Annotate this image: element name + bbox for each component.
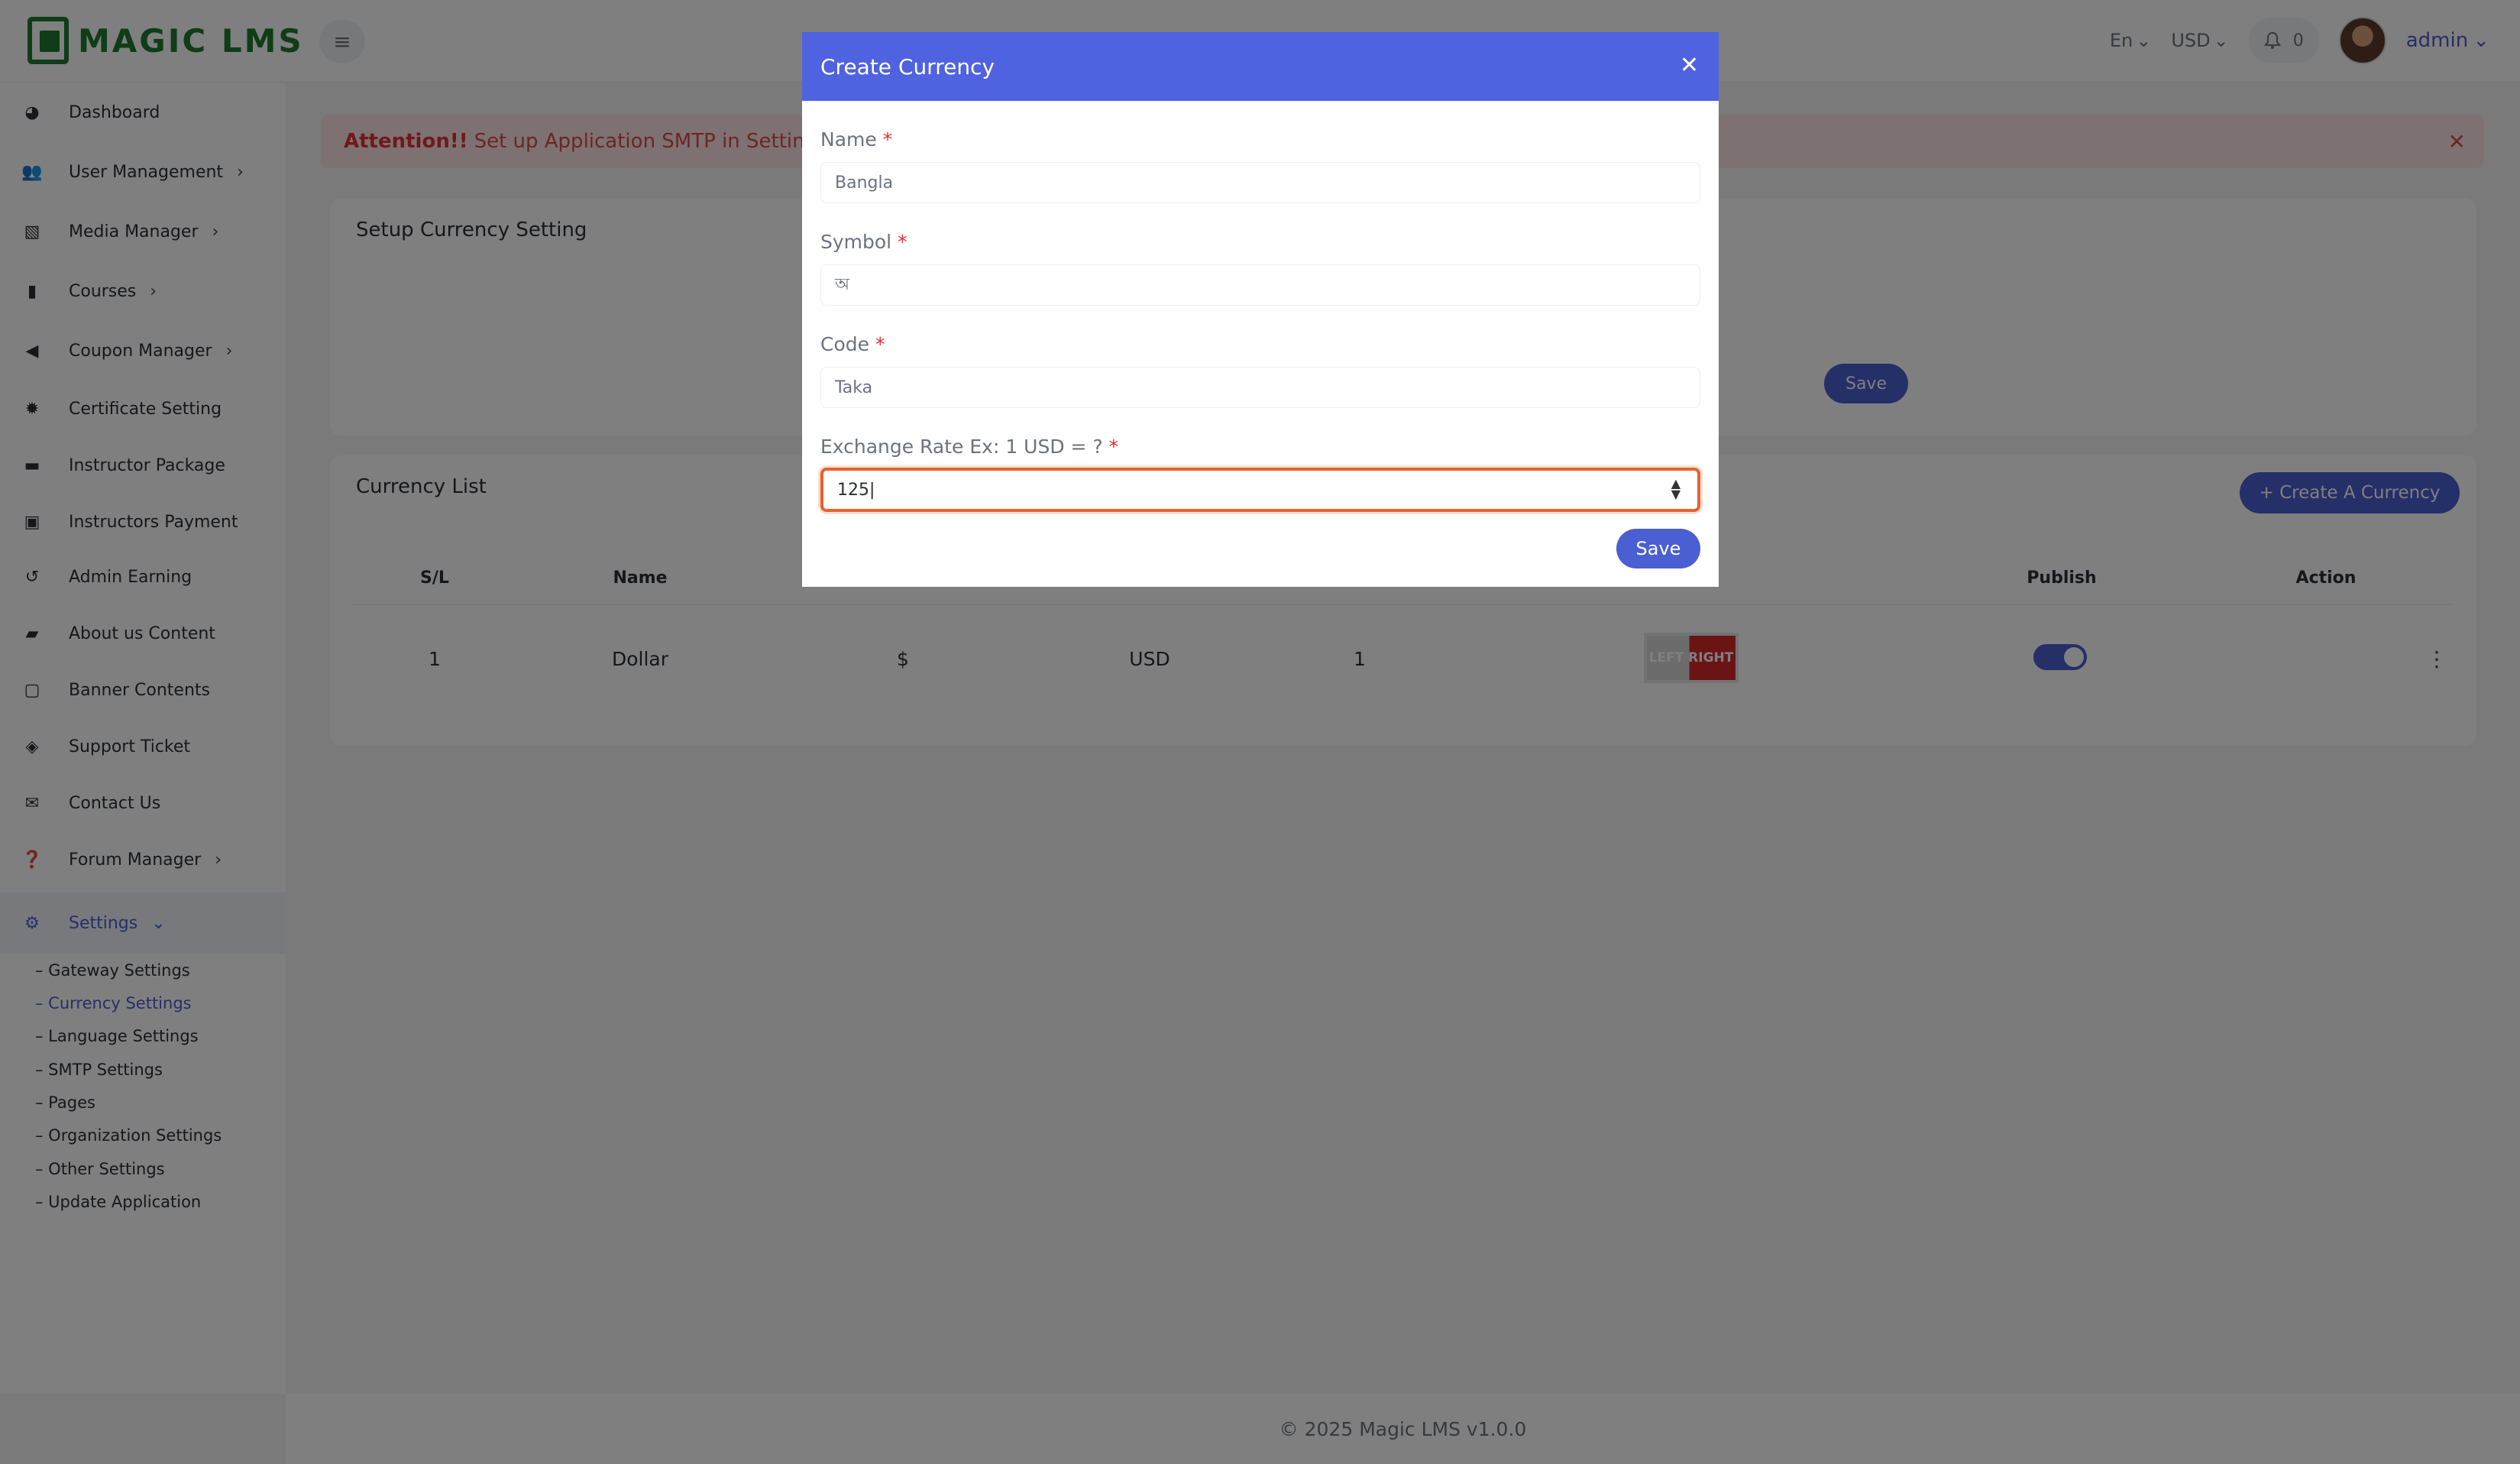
required-mark: *: [882, 128, 893, 151]
required-mark: *: [898, 231, 907, 253]
code-input-value: Taka: [835, 377, 873, 397]
create-currency-modal: Create Currency ✕ Name * Bangla Symbol *…: [802, 32, 1719, 587]
symbol-label: Symbol *: [820, 231, 907, 253]
exchange-rate-input[interactable]: 125 | ▲ ▼: [820, 468, 1700, 512]
modal-save-button[interactable]: Save: [1616, 529, 1700, 568]
name-label: Name *: [820, 128, 892, 151]
exchange-rate-label: Exchange Rate Ex: 1 USD = ? *: [820, 436, 1118, 458]
number-spinner-icon[interactable]: ▲ ▼: [1671, 478, 1681, 500]
name-input[interactable]: Bangla: [820, 162, 1700, 203]
code-label: Code *: [820, 333, 885, 355]
text-cursor: |: [869, 480, 875, 500]
code-label-text: Code: [820, 333, 870, 355]
required-mark: *: [875, 333, 885, 355]
symbol-label-text: Symbol: [820, 231, 892, 253]
name-input-value: Bangla: [835, 173, 894, 193]
modal-header: Create Currency: [802, 32, 1719, 101]
exchange-rate-input-value: 125: [837, 480, 869, 500]
modal-title: Create Currency: [820, 53, 995, 79]
exchange-rate-label-text: Exchange Rate Ex: 1 USD = ?: [820, 436, 1103, 458]
symbol-input-value: অ: [835, 274, 850, 294]
symbol-input[interactable]: অ: [820, 264, 1700, 306]
name-label-text: Name: [820, 128, 877, 151]
required-mark: *: [1108, 436, 1119, 458]
close-icon[interactable]: ✕: [1680, 52, 1699, 79]
code-input[interactable]: Taka: [820, 367, 1700, 408]
